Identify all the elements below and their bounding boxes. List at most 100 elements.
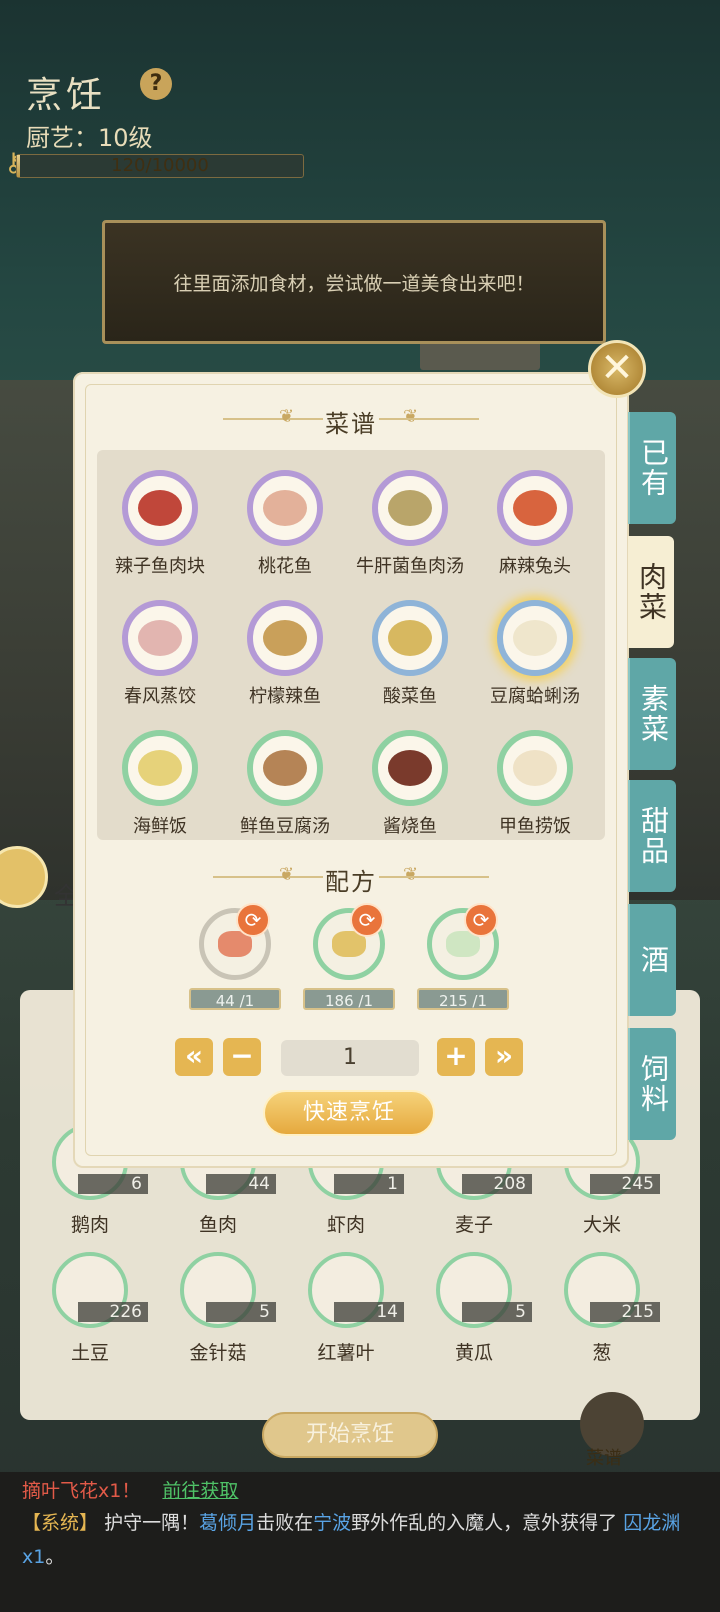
divider bbox=[379, 876, 489, 878]
swap-icon[interactable]: ⟳ bbox=[236, 903, 270, 937]
dish-item[interactable]: 豆腐蛤蜊汤 bbox=[472, 600, 598, 708]
inventory-count: 5 bbox=[206, 1302, 276, 1322]
tab-5[interactable]: 酒 bbox=[628, 904, 676, 1016]
ingredient-slot[interactable]: ⟳ 44 /1 bbox=[185, 903, 285, 1010]
chat-sep: ！ bbox=[121, 1480, 141, 1502]
reward-item: 摘叶飞花x1 bbox=[22, 1480, 122, 1502]
inventory-name: 红薯叶 bbox=[317, 1342, 375, 1364]
inventory-count: 14 bbox=[334, 1302, 404, 1322]
chat-line-1: 摘叶飞花x1！ 前往获取 bbox=[22, 1476, 238, 1503]
chat-text: 。 bbox=[45, 1546, 65, 1568]
inventory-item[interactable]: 226 土豆 bbox=[40, 1252, 148, 1365]
tab-4[interactable]: 甜品 bbox=[628, 780, 676, 892]
dish-food-icon bbox=[513, 620, 557, 656]
inventory-item[interactable]: 5 黄瓜 bbox=[424, 1252, 532, 1365]
dish-food-icon bbox=[263, 750, 307, 786]
tab-2[interactable]: 肉菜 bbox=[628, 536, 674, 648]
close-icon[interactable]: ✕ bbox=[588, 340, 646, 398]
dish-name: 春风蒸饺 bbox=[124, 686, 196, 707]
dish-item[interactable]: 桃花鱼 bbox=[222, 470, 348, 578]
dish-name: 海鲜饭 bbox=[133, 816, 187, 837]
ornament-icon: ❦ bbox=[403, 864, 419, 885]
dish-item[interactable]: 柠檬辣鱼 bbox=[222, 600, 348, 708]
dish-icon bbox=[372, 470, 448, 546]
dish-item[interactable]: 酱烧鱼 bbox=[347, 730, 473, 838]
inventory-icon: 5 bbox=[180, 1252, 276, 1328]
dish-food-icon bbox=[388, 490, 432, 526]
dish-item[interactable]: 牛肝菌鱼肉汤 bbox=[347, 470, 473, 578]
inventory-name: 黄瓜 bbox=[454, 1342, 493, 1364]
dish-icon bbox=[122, 600, 198, 676]
inventory-count: 226 bbox=[78, 1302, 148, 1322]
dish-item[interactable]: 麻辣兔头 bbox=[472, 470, 598, 578]
dish-icon bbox=[372, 730, 448, 806]
dish-name: 柠檬辣鱼 bbox=[249, 686, 321, 707]
dish-item[interactable]: 鲜鱼豆腐汤 bbox=[222, 730, 348, 838]
dish-item[interactable]: 海鲜饭 bbox=[97, 730, 223, 838]
chat-line-2: 【系统】 护守一隅！葛倾月击败在宁波野外作乱的入魔人，意外获得了 囚龙渊x1。 bbox=[22, 1506, 712, 1574]
dish-item[interactable]: 甲鱼捞饭 bbox=[472, 730, 598, 838]
dish-icon bbox=[372, 600, 448, 676]
dish-food-icon bbox=[138, 750, 182, 786]
tab-1[interactable]: 已有 bbox=[628, 412, 676, 524]
dish-food-icon bbox=[388, 620, 432, 656]
go-obtain-link[interactable]: 前往获取 bbox=[162, 1480, 238, 1502]
inventory-name: 金针菇 bbox=[189, 1342, 247, 1364]
quantity-increase-button[interactable]: + bbox=[437, 1038, 475, 1076]
inventory-icon: 5 bbox=[436, 1252, 532, 1328]
quick-cook-button[interactable]: 快速烹饪 bbox=[263, 1090, 435, 1136]
swap-icon[interactable]: ⟳ bbox=[464, 903, 498, 937]
tab-6[interactable]: 饲料 bbox=[628, 1028, 676, 1140]
dish-name: 豆腐蛤蜊汤 bbox=[490, 686, 580, 707]
dish-item[interactable]: 春风蒸饺 bbox=[97, 600, 223, 708]
dish-name: 麻辣兔头 bbox=[499, 556, 571, 577]
dish-food-icon bbox=[263, 490, 307, 526]
system-tag: 【系统】 bbox=[22, 1512, 99, 1534]
dish-name: 酱烧鱼 bbox=[383, 816, 437, 837]
ingredient-slot[interactable]: ⟳ 186 /1 bbox=[299, 903, 399, 1010]
inventory-item[interactable]: 215 葱 bbox=[552, 1252, 660, 1365]
divider bbox=[379, 418, 479, 420]
inventory-name: 葱 bbox=[592, 1342, 612, 1364]
dish-name: 鲜鱼豆腐汤 bbox=[240, 816, 330, 837]
quantity-field[interactable]: 1 bbox=[281, 1040, 419, 1076]
inventory-name: 土豆 bbox=[70, 1342, 109, 1364]
dish-name: 牛肝菌鱼肉汤 bbox=[356, 556, 464, 577]
ingredient-slot[interactable]: ⟳ 215 /1 bbox=[413, 903, 513, 1010]
inventory-item[interactable]: 5 金针菇 bbox=[168, 1252, 276, 1365]
dish-icon bbox=[122, 730, 198, 806]
dish-item[interactable]: 辣子鱼肉块 bbox=[97, 470, 223, 578]
quantity-max-button[interactable]: » bbox=[485, 1038, 523, 1076]
ornament-icon: ❦ bbox=[403, 406, 419, 427]
inventory-count: 215 bbox=[590, 1302, 660, 1322]
help-icon[interactable]: ? bbox=[140, 68, 172, 100]
swap-icon[interactable]: ⟳ bbox=[350, 903, 384, 937]
place-name[interactable]: 宁波 bbox=[313, 1512, 351, 1534]
inventory-count: 44 bbox=[206, 1174, 276, 1194]
dish-icon bbox=[497, 600, 573, 676]
hint-banner: 往里面添加食材，尝试做一道美食出来吧！ bbox=[102, 220, 606, 344]
recipe-book-label[interactable]: 菜谱 bbox=[586, 1444, 622, 1470]
recipe-title: 菜谱 bbox=[325, 410, 377, 438]
dish-item[interactable]: 酸菜鱼 bbox=[347, 600, 473, 708]
tab-3[interactable]: 素菜 bbox=[628, 658, 676, 770]
start-cooking-button[interactable]: 开始烹饪 bbox=[262, 1412, 438, 1458]
dish-name: 酸菜鱼 bbox=[383, 686, 437, 707]
quantity-decrease-button[interactable]: − bbox=[223, 1038, 261, 1076]
inventory-item[interactable]: 14 红薯叶 bbox=[296, 1252, 404, 1365]
page-title: 烹饪 bbox=[26, 75, 107, 116]
player-name[interactable]: 葛倾月 bbox=[199, 1512, 256, 1534]
soybeans-icon: ⟳ bbox=[313, 903, 385, 980]
ingredient-count: 44 /1 bbox=[189, 988, 281, 1010]
inventory-name: 麦子 bbox=[454, 1214, 493, 1236]
xp-bar: 120/10000 bbox=[16, 154, 304, 178]
inventory-name: 虾肉 bbox=[326, 1214, 365, 1236]
dish-icon bbox=[497, 470, 573, 546]
dish-icon bbox=[247, 730, 323, 806]
skill-level: 厨艺：10级 bbox=[26, 124, 153, 152]
ingredient-count: 215 /1 bbox=[417, 988, 509, 1010]
ingredient-count: 186 /1 bbox=[303, 988, 395, 1010]
dish-icon bbox=[497, 730, 573, 806]
quantity-min-button[interactable]: « bbox=[175, 1038, 213, 1076]
inventory-icon: 14 bbox=[308, 1252, 404, 1328]
